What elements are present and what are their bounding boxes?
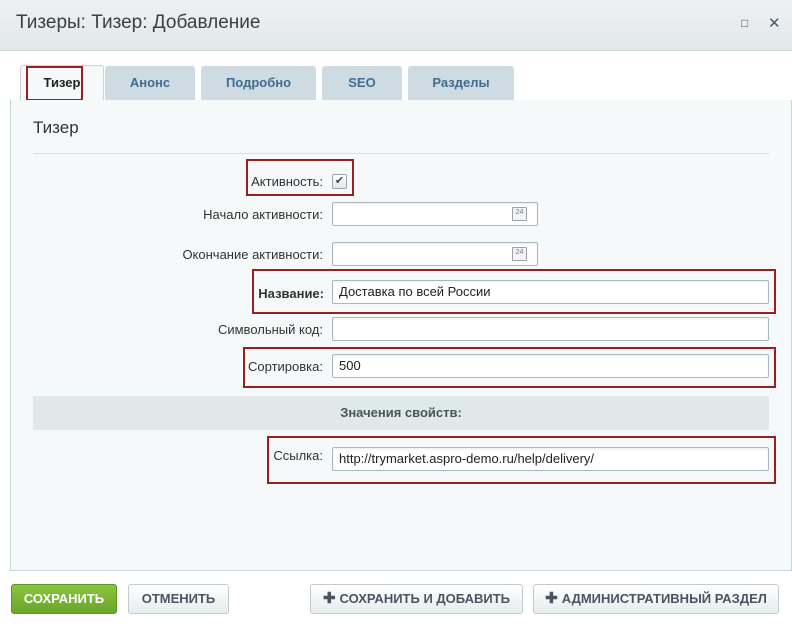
plus-icon: ✚	[545, 590, 558, 607]
close-icon[interactable]: ✕	[768, 14, 781, 32]
calendar-icon[interactable]: 24	[512, 247, 527, 261]
sort-highlight	[243, 347, 776, 388]
active-to-input[interactable]	[332, 242, 538, 266]
code-input[interactable]	[332, 317, 769, 341]
admin-section-label: АДМИНИСТРАТИВНЫЙ РАЗДЕЛ	[561, 591, 767, 606]
section-divider	[33, 153, 769, 154]
active-from-label: Начало активности:	[203, 207, 323, 222]
window-title: Тизеры: Тизер: Добавление	[16, 12, 261, 33]
active-from-input[interactable]	[332, 202, 538, 226]
name-highlight	[252, 269, 776, 314]
save-button[interactable]: СОХРАНИТЬ	[11, 584, 117, 614]
cancel-button[interactable]: ОТМЕНИТЬ	[128, 584, 229, 614]
admin-section-button[interactable]: ✚ АДМИНИСТРАТИВНЫЙ РАЗДЕЛ	[533, 584, 779, 614]
plus-icon: ✚	[322, 590, 336, 607]
tab-highlight	[26, 66, 83, 101]
active-to-label: Окончание активности:	[182, 247, 323, 262]
active-highlight	[246, 159, 354, 196]
window-titlebar: Тизеры: Тизер: Добавление □ ✕	[0, 0, 792, 51]
maximize-icon[interactable]: □	[741, 16, 748, 30]
save-and-add-label: СОХРАНИТЬ И ДОБАВИТЬ	[339, 591, 511, 606]
save-and-add-button[interactable]: ✚ СОХРАНИТЬ И ДОБАВИТЬ	[310, 584, 523, 614]
section-title: Тизер	[33, 118, 79, 137]
tab-announce[interactable]: Анонс	[105, 66, 195, 100]
tab-details[interactable]: Подробно	[201, 66, 316, 100]
link-highlight	[267, 436, 776, 484]
code-label: Символьный код:	[217, 322, 323, 337]
tab-seo[interactable]: SEO	[322, 66, 402, 100]
properties-header: Значения свойств:	[33, 396, 769, 430]
calendar-icon[interactable]: 24	[512, 207, 527, 221]
tab-sections[interactable]: Разделы	[408, 66, 514, 100]
